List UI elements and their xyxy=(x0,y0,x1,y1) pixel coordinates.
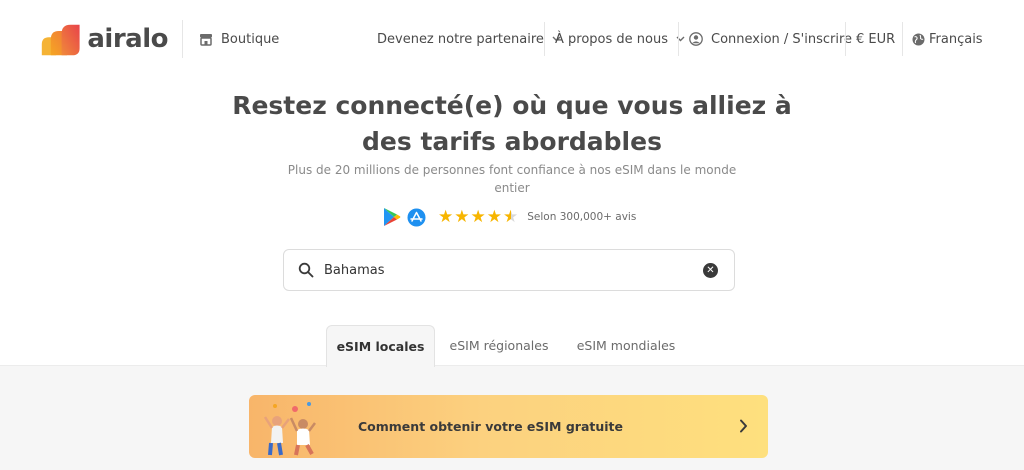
star-icon: ★ xyxy=(438,206,454,227)
language-label: Français xyxy=(929,31,983,47)
hero-title-line: Restez connecté(e) où que vous alliez à xyxy=(232,91,792,120)
airalo-logo[interactable]: airalo xyxy=(40,20,168,60)
star-icon: ★ xyxy=(454,206,470,227)
rating-row: ★ ★ ★ ★ ★ Selon 300,000+ avis xyxy=(383,205,636,229)
header-divider xyxy=(182,20,183,58)
celebration-illustration xyxy=(263,402,316,456)
partner-label: Devenez notre partenaire xyxy=(377,31,544,47)
promo-label: Comment obtenir votre eSIM gratuite xyxy=(358,419,623,434)
nav-divider xyxy=(544,22,545,56)
user-circle-icon xyxy=(689,32,703,46)
language-selector[interactable]: Français xyxy=(912,29,983,49)
site-header: airalo Boutique Devenez notre partenaire… xyxy=(0,0,1024,78)
search-input[interactable] xyxy=(324,262,684,278)
globe-icon xyxy=(912,33,925,46)
currency-selector[interactable]: € EUR xyxy=(856,29,895,49)
tab-global-esim[interactable]: eSIM mondiales xyxy=(566,325,686,366)
free-esim-banner[interactable]: Comment obtenir votre eSIM gratuite xyxy=(249,395,768,458)
store-icon xyxy=(199,33,213,46)
country-search[interactable]: ✕ xyxy=(283,249,735,291)
airalo-logo-mark xyxy=(41,24,80,56)
about-menu[interactable]: À propos de nous xyxy=(555,29,685,49)
nav-divider xyxy=(902,22,903,56)
half-star-icon: ★ xyxy=(503,206,519,227)
partner-menu[interactable]: Devenez notre partenaire xyxy=(377,29,561,49)
star-icon: ★ xyxy=(486,206,502,227)
rating-text: Selon 300,000+ avis xyxy=(527,211,637,223)
tab-label: eSIM locales xyxy=(336,339,425,354)
google-play-icon[interactable] xyxy=(383,207,401,227)
shop-label: Boutique xyxy=(221,31,280,47)
shop-link[interactable]: Boutique xyxy=(199,29,279,49)
nav-divider xyxy=(678,22,679,56)
nav-divider xyxy=(845,22,846,56)
tab-local-esim[interactable]: eSIM locales xyxy=(326,325,435,367)
login-label: Connexion / S'inscrire xyxy=(711,31,853,47)
tab-regional-esim[interactable]: eSIM régionales xyxy=(440,325,558,366)
hero-title-line: des tarifs abordables xyxy=(362,127,662,156)
logo-wordmark: airalo xyxy=(87,24,168,54)
star-icon: ★ xyxy=(470,206,486,227)
hero-title: Restez connecté(e) où que vous alliez à … xyxy=(212,88,812,160)
hero-subtitle-line: Plus de 20 millions de personnes font co… xyxy=(287,163,737,177)
hero-subtitle: Plus de 20 millions de personnes font co… xyxy=(282,161,742,197)
tab-label: eSIM régionales xyxy=(449,338,549,353)
about-label: À propos de nous xyxy=(555,31,668,47)
tab-label: eSIM mondiales xyxy=(576,338,676,353)
clear-icon[interactable]: ✕ xyxy=(703,263,718,278)
hero-subtitle-line: entier xyxy=(494,181,530,195)
app-store-icon[interactable] xyxy=(407,208,426,227)
currency-label: € EUR xyxy=(856,31,896,47)
login-link[interactable]: Connexion / S'inscrire xyxy=(689,29,852,49)
search-icon xyxy=(298,262,314,278)
star-rating: ★ ★ ★ ★ ★ xyxy=(438,206,519,227)
chevron-right-icon xyxy=(739,419,748,433)
